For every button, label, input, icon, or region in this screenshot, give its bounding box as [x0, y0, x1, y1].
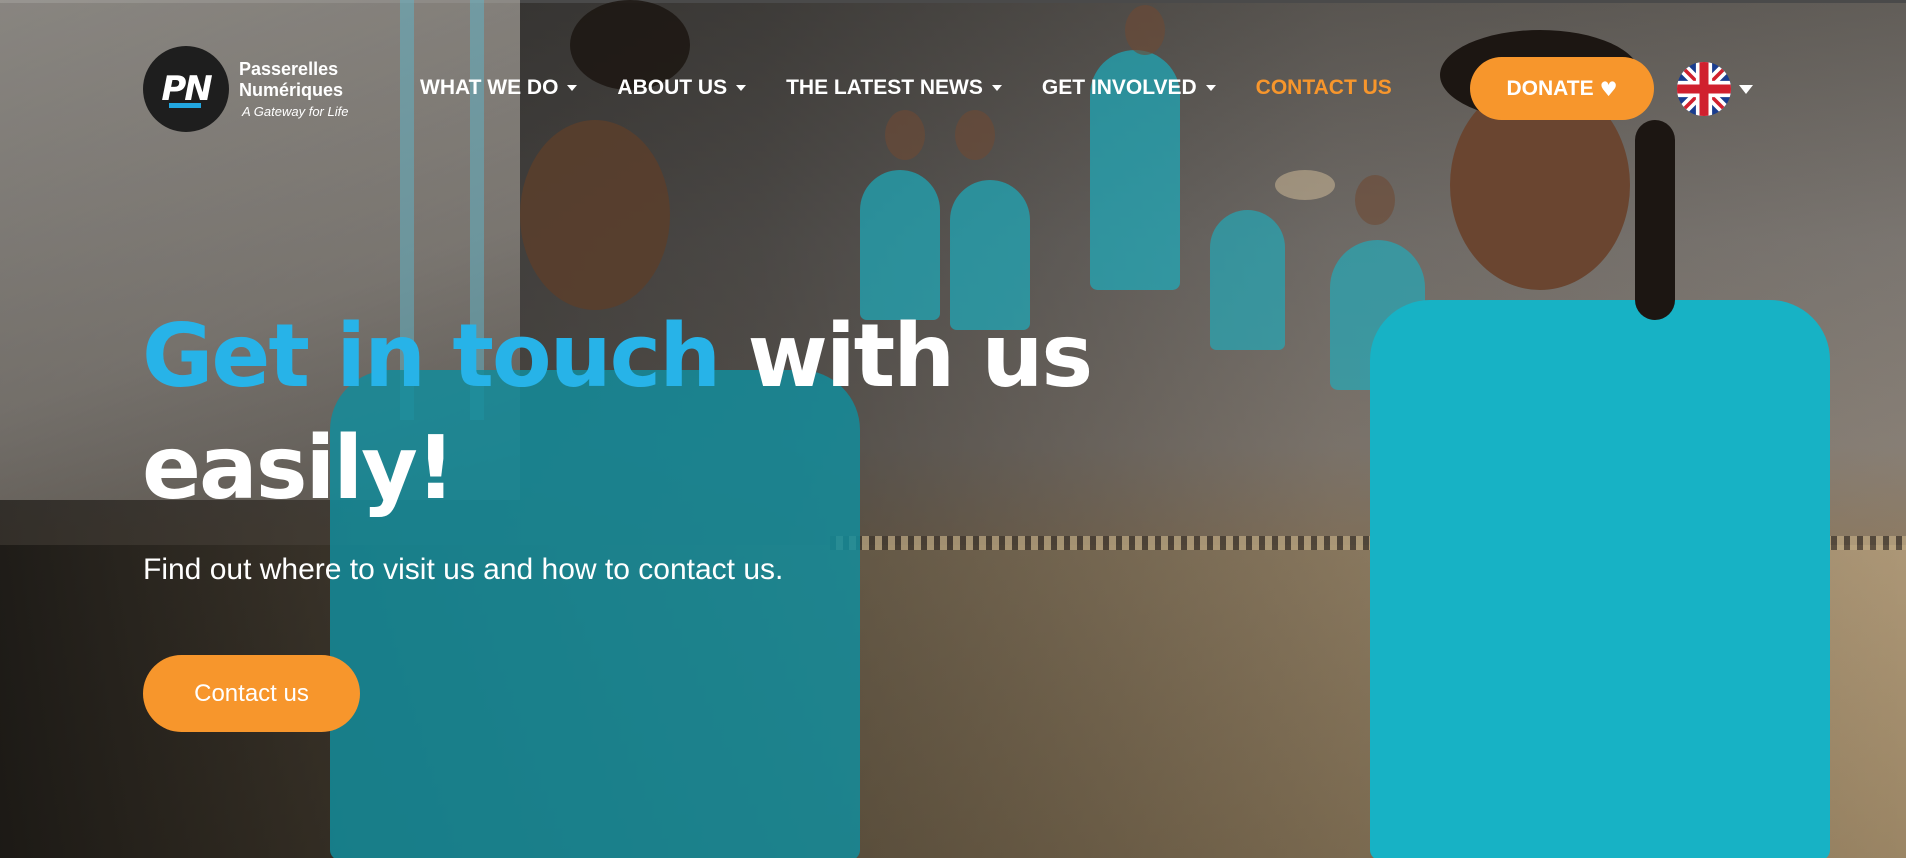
logo-mark: PN [143, 46, 229, 132]
nav-item-contact-us[interactable]: CONTACT US [1256, 76, 1392, 100]
donate-button[interactable]: DONATE ♥ [1470, 57, 1654, 120]
contact-us-label: Contact us [194, 679, 309, 707]
nav-item-label: ABOUT US [617, 76, 728, 99]
nav-item-about-us[interactable]: ABOUT US [617, 76, 747, 100]
contact-us-button[interactable]: Contact us [143, 655, 360, 732]
brand-tagline: A Gateway for Life [242, 104, 349, 119]
logo-text: Passerelles Numériques A Gateway for Lif… [239, 59, 348, 119]
nav-item-label: THE LATEST NEWS [786, 76, 983, 99]
hero-section: PN Passerelles Numériques A Gateway for … [0, 0, 1906, 858]
donate-label: DONATE [1506, 76, 1594, 100]
caret-down-icon [1205, 85, 1216, 91]
nav-item-latest-news[interactable]: THE LATEST NEWS [786, 76, 1002, 100]
caret-down-icon [1739, 84, 1753, 94]
headline-line2: easily! [142, 417, 456, 519]
nav-item-what-we-do[interactable]: WHAT WE DO [420, 76, 578, 100]
brand-name-line1: Passerelles [239, 59, 339, 79]
headline-rest: with us [747, 305, 1093, 407]
brand-name-line2: Numériques [239, 80, 344, 100]
caret-down-icon [991, 85, 1002, 91]
uk-flag-icon [1677, 62, 1731, 116]
main-nav: WHAT WE DO ABOUT US THE LATEST NEWS GET … [420, 76, 1432, 100]
nav-item-label: GET INVOLVED [1041, 76, 1197, 99]
logo-stripe [169, 103, 201, 108]
nav-item-label: WHAT WE DO [420, 76, 559, 99]
heart-icon: ♥ [1599, 76, 1618, 101]
nav-item-get-involved[interactable]: GET INVOLVED [1042, 76, 1216, 100]
caret-down-icon [736, 85, 747, 91]
caret-down-icon [567, 85, 578, 91]
hero-subtitle: Find out where to visit us and how to co… [143, 553, 784, 586]
site-logo[interactable]: PN Passerelles Numériques A Gateway for … [143, 46, 348, 132]
language-selector[interactable] [1677, 62, 1753, 116]
headline-accent: Get in touch [142, 305, 721, 407]
page-title: Get in touch with us easily! [142, 300, 1142, 524]
nav-item-label: CONTACT US [1255, 76, 1392, 99]
